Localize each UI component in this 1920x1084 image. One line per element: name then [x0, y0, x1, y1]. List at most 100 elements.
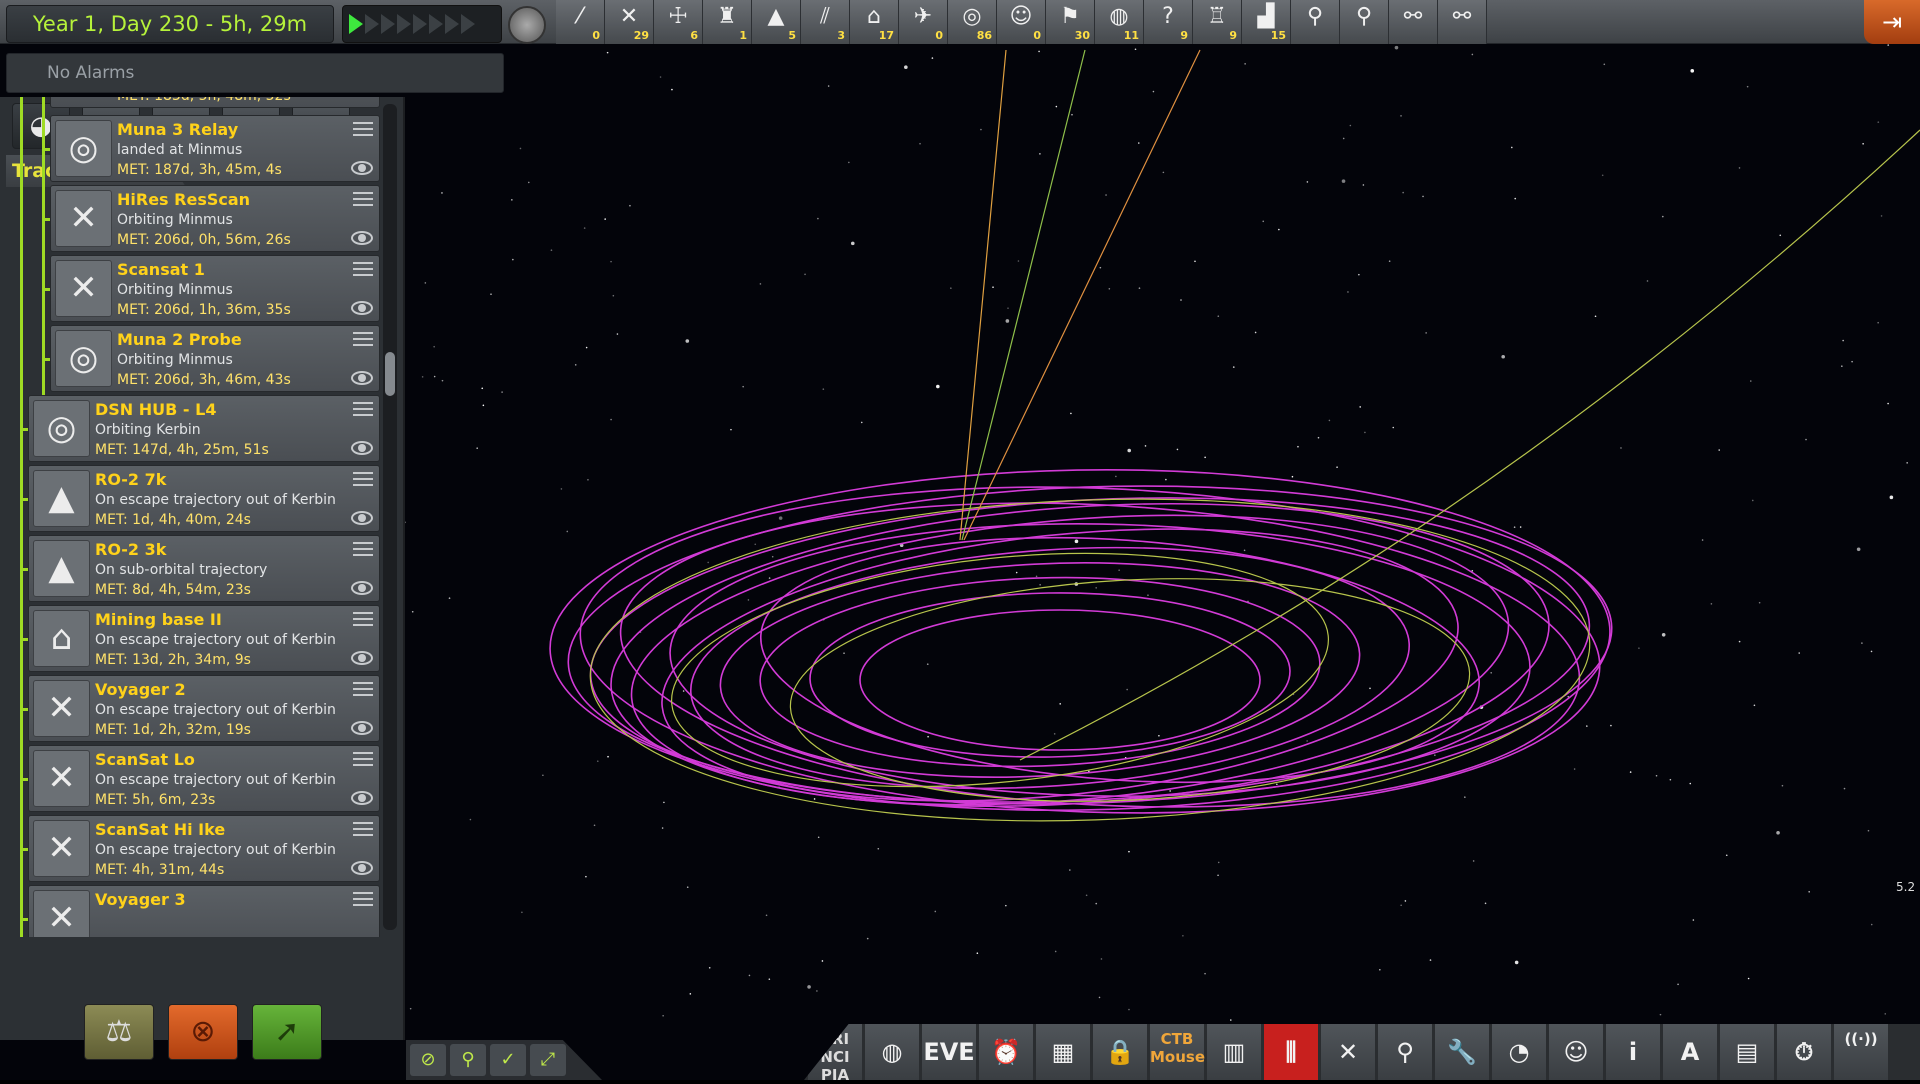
autopilot-button[interactable]: A [1663, 1024, 1717, 1080]
play-icon[interactable] [349, 14, 363, 34]
info-button[interactable]: i [1606, 1024, 1660, 1080]
waypoint-button[interactable]: ⚲ [1378, 1024, 1432, 1080]
focus-eye-icon[interactable] [351, 581, 373, 595]
filter-button-station[interactable]: ⫽ 3 [801, 0, 850, 44]
orbit-icon[interactable]: ⊘ [410, 1044, 446, 1076]
fly-button[interactable]: ➚ [252, 1004, 322, 1060]
node-icon[interactable]: ⚲ [450, 1044, 486, 1076]
notes-button[interactable]: ▤ [1720, 1024, 1774, 1080]
list-item[interactable]: ◎ Muna 2 Probe Orbiting Minmus MET: 206d, 3… [50, 325, 380, 392]
red-tool-button[interactable]: ⫼ [1264, 1024, 1318, 1080]
map-book-button[interactable]: ▥ [1207, 1024, 1261, 1080]
fps-button[interactable]: ◔ [1492, 1024, 1546, 1080]
focus-eye-icon[interactable] [351, 791, 373, 805]
alarm-clock-button[interactable]: ⏰ [979, 1024, 1033, 1080]
focus-eye-icon[interactable] [351, 721, 373, 735]
filter-button-debris[interactable]: ⁄ 0 [556, 0, 605, 44]
filter-button-lander[interactable]: ☩ 6 [654, 0, 703, 44]
scales-button[interactable]: ⚖ [84, 1004, 154, 1060]
list-item[interactable]: ✕ Voyager 2 On escape trajectory out of Ke… [28, 675, 380, 742]
list-item[interactable]: ▲ RO-2 3k On sub-orbital trajectory MET: 8d… [28, 535, 380, 602]
filter-button-base[interactable]: ⌂ 17 [850, 0, 899, 44]
list-item[interactable]: MET: 183d, 5h, 48m, 52s [50, 97, 380, 108]
list-item[interactable]: ✕ HiRes ResScan Orbiting Minmus MET: 206d, … [50, 185, 380, 252]
scrollbar-thumb[interactable] [385, 352, 395, 396]
signal-button[interactable]: ((·)) [1834, 1024, 1888, 1080]
eve-button[interactable]: EVE [922, 1024, 976, 1080]
filter-button-space-object[interactable]: ◍ 11 [1095, 0, 1144, 44]
warp-step-icon[interactable] [413, 14, 427, 34]
list-item[interactable]: ◎ Muna 3 Relay landed at Minmus MET: 187d, … [50, 115, 380, 182]
warp-step-icon[interactable] [445, 14, 459, 34]
hamburger-menu-icon[interactable] [353, 542, 373, 556]
time-warp-control[interactable] [342, 5, 502, 43]
filter-button-waypoint[interactable]: ⚲ [1291, 0, 1340, 44]
wrench-button[interactable]: 🔧 [1435, 1024, 1489, 1080]
hamburger-menu-icon[interactable] [353, 332, 373, 346]
list-item[interactable]: ✕ Scansat 1 Orbiting Minmus MET: 206d, 1h, … [50, 255, 380, 322]
hamburger-menu-icon[interactable] [353, 472, 373, 486]
exit-button[interactable]: ⇥ [1864, 0, 1920, 44]
filter-button-relay[interactable]: ◎ 86 [948, 0, 997, 44]
focus-eye-icon[interactable] [351, 511, 373, 525]
filter-button-deployed-science[interactable]: ♖ 9 [1193, 0, 1242, 44]
star [1070, 412, 1072, 415]
globe-button[interactable]: ◍ [865, 1024, 919, 1080]
filter-button-waypoint-alt[interactable]: ⚲ [1340, 0, 1389, 44]
delete-button[interactable]: ⊗ [168, 1004, 238, 1060]
hamburger-menu-icon[interactable] [353, 122, 373, 136]
tracked-objects-list[interactable]: MET: 183d, 5h, 48m, 52s ◎ Muna 3 Relay land… [8, 97, 380, 937]
star [817, 217, 819, 220]
alarm-button[interactable]: ⏱ [1777, 1024, 1831, 1080]
list-item[interactable]: ✕ ScanSat Lo On escape trajectory out of K… [28, 745, 380, 812]
star [1297, 445, 1299, 448]
filter-button-unknown[interactable]: ? 9 [1144, 0, 1193, 44]
list-item[interactable]: ◎ DSN HUB - L4 Orbiting Kerbin MET: 147d, 4… [28, 395, 380, 462]
filter-button-plane[interactable]: ✈ 0 [899, 0, 948, 44]
list-item[interactable]: ▲ RO-2 7k On escape trajectory out of Kerb… [28, 465, 380, 532]
focus-eye-icon[interactable] [351, 651, 373, 665]
hamburger-menu-icon[interactable] [353, 262, 373, 276]
item-status: On escape trajectory out of Kerbin [95, 492, 336, 508]
list-item[interactable]: ✕ ScanSat Hi Ike On escape trajectory out … [28, 815, 380, 882]
focus-eye-icon[interactable] [351, 231, 373, 245]
hamburger-menu-icon[interactable] [353, 892, 373, 906]
focus-eye-icon[interactable] [351, 371, 373, 385]
warp-step-icon[interactable] [397, 14, 411, 34]
warp-step-icon[interactable] [429, 14, 443, 34]
filter-button-flag[interactable]: ⚑ 30 [1046, 0, 1095, 44]
maneuver-icon[interactable]: ⤢ [530, 1044, 566, 1076]
check-icon[interactable]: ✓ [490, 1044, 526, 1076]
scansat-map-button[interactable]: ▦ [1036, 1024, 1090, 1080]
list-scrollbar[interactable] [383, 104, 397, 930]
warp-step-icon[interactable] [365, 14, 379, 34]
warp-step-icon[interactable] [461, 14, 475, 34]
hamburger-menu-icon[interactable] [353, 822, 373, 836]
hamburger-menu-icon[interactable] [353, 682, 373, 696]
focus-eye-icon[interactable] [351, 301, 373, 315]
focus-eye-icon[interactable] [351, 441, 373, 455]
filter-button-probe[interactable]: ✕ 29 [605, 0, 654, 44]
filter-button-eva[interactable]: ☺ 0 [997, 0, 1046, 44]
focus-eye-icon[interactable] [351, 161, 373, 175]
sun-focus-icon[interactable] [508, 6, 546, 44]
filter-button-ship[interactable]: ▲ 5 [752, 0, 801, 44]
focus-eye-icon[interactable] [351, 861, 373, 875]
list-item[interactable]: ⌂ Mining base II On escape trajectory out … [28, 605, 380, 672]
filter-button-link[interactable]: ⚯ [1389, 0, 1438, 44]
hamburger-menu-icon[interactable] [353, 192, 373, 206]
filter-button-ground-station[interactable]: ▟ 15 [1242, 0, 1291, 44]
list-item[interactable]: ✕ Voyager 3 [28, 885, 380, 937]
warp-step-icon[interactable] [381, 14, 395, 34]
ctb-button[interactable]: CTB Mouse [1150, 1024, 1205, 1080]
star [1402, 191, 1404, 194]
probe-button[interactable]: ✕ [1321, 1024, 1375, 1080]
hamburger-menu-icon[interactable] [353, 612, 373, 626]
alarm-status[interactable]: No Alarms [6, 53, 504, 93]
filter-button-link-alt[interactable]: ⚯ [1438, 0, 1487, 44]
hamburger-menu-icon[interactable] [353, 402, 373, 416]
filter-button-rover[interactable]: ♜ 1 [703, 0, 752, 44]
lock-button[interactable]: 🔒 [1093, 1024, 1147, 1080]
hamburger-menu-icon[interactable] [353, 752, 373, 766]
kerbal-button[interactable]: ☺ [1549, 1024, 1603, 1080]
